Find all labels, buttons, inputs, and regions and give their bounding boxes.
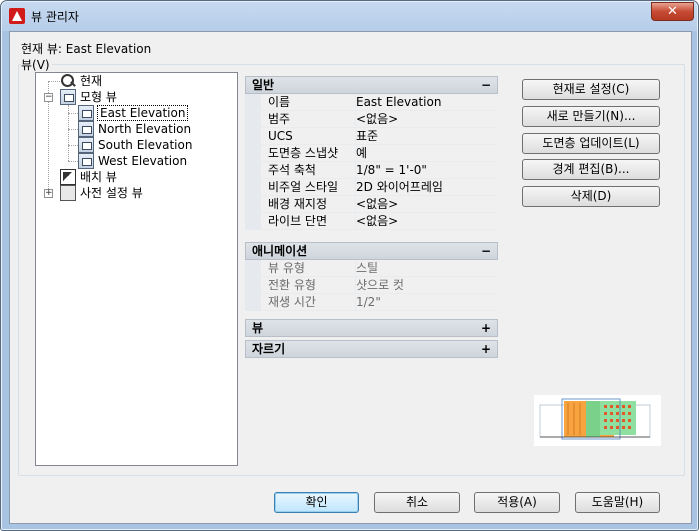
tree-item-north-elevation[interactable]: North Elevation (78, 121, 191, 137)
views-tree[interactable]: 현재 − 모형 뷰 East Elevation North Elevation… (35, 72, 238, 466)
model-view-icon (60, 89, 76, 105)
view-icon (78, 121, 94, 137)
property-key: 범주 (261, 111, 356, 128)
collapse-icon[interactable]: − (481, 243, 491, 260)
property-row[interactable]: UCS 표준 (245, 128, 498, 145)
property-key: UCS (261, 128, 356, 145)
expand-icon[interactable]: + (481, 341, 491, 358)
property-value[interactable]: 예 (356, 145, 498, 162)
tree-line (48, 81, 60, 82)
views-group-label: 뷰(V) (21, 56, 52, 73)
property-key: 뷰 유형 (261, 260, 356, 277)
property-row[interactable]: 배경 재지정 <없음> (245, 196, 498, 213)
preset-view-icon (60, 185, 76, 201)
property-key: 재생 시간 (261, 294, 356, 311)
tree-line (68, 129, 78, 130)
property-gutter (245, 94, 261, 111)
property-key: 라이브 단면 (261, 213, 356, 230)
property-gutter (245, 196, 261, 213)
layout-view-icon (60, 169, 76, 185)
view-icon (78, 105, 94, 121)
tree-item-layout-views[interactable]: 배치 뷰 (60, 169, 117, 185)
autocad-logo-icon (9, 8, 25, 24)
property-key: 비주얼 스타일 (261, 179, 356, 196)
section-general[interactable]: 일반 − (245, 76, 498, 94)
tree-item-current[interactable]: 현재 (60, 73, 102, 89)
tree-line (68, 145, 78, 146)
edit-boundaries-button[interactable]: 경계 편집(B)... (522, 159, 660, 180)
view-icon (78, 137, 94, 153)
property-key: 배경 재지정 (261, 196, 356, 213)
ok-button[interactable]: 확인 (274, 492, 359, 513)
tree-line (68, 113, 78, 114)
property-value[interactable]: East Elevation (356, 94, 498, 111)
property-value[interactable]: 1/8" = 1'-0" (356, 162, 498, 179)
tree-item-south-elevation[interactable]: South Elevation (78, 137, 192, 153)
magnifier-icon (60, 73, 76, 89)
property-key: 도면층 스냅샷 (261, 145, 356, 162)
view-icon (78, 153, 94, 169)
property-key: 이름 (261, 94, 356, 111)
tree-line (68, 161, 78, 162)
property-gutter (245, 111, 261, 128)
tree-item-west-elevation[interactable]: West Elevation (78, 153, 187, 169)
property-key: 주석 축척 (261, 162, 356, 179)
property-value[interactable]: 표준 (356, 128, 498, 145)
update-layers-button[interactable]: 도면층 업데이트(L) (522, 133, 660, 154)
view-preview-thumbnail (534, 395, 661, 446)
property-value[interactable]: 2D 와이어프레임 (356, 179, 498, 196)
property-gutter (245, 179, 261, 196)
cancel-button[interactable]: 취소 (374, 492, 460, 513)
current-view-label: 현재 뷰: East Elevation (21, 42, 152, 56)
property-gutter (245, 162, 261, 179)
property-gutter (245, 277, 261, 294)
tree-item-model-views[interactable]: 모형 뷰 (60, 89, 117, 105)
property-row[interactable]: 전환 유형 샷으로 컷 (245, 277, 498, 294)
property-row[interactable]: 라이브 단면 <없음> (245, 213, 498, 230)
tree-item-east-elevation[interactable]: East Elevation (78, 105, 189, 121)
section-clipping[interactable]: 자르기 + (245, 340, 498, 358)
expand-icon[interactable]: + (481, 320, 491, 337)
view-manager-window: 뷰 관리자 ✕ 현재 뷰: East Elevation 뷰(V) 현재 − 모… (0, 0, 699, 531)
delete-button[interactable]: 삭제(D) (522, 186, 660, 207)
set-current-button[interactable]: 현재로 설정(C) (522, 79, 660, 100)
apply-button[interactable]: 적용(A) (474, 492, 560, 513)
collapse-toggle[interactable]: − (44, 93, 53, 102)
section-animation[interactable]: 애니메이션 − (245, 242, 498, 260)
property-row[interactable]: 뷰 유형 스틸 (245, 260, 498, 277)
property-value[interactable]: <없음> (356, 111, 498, 128)
window-title: 뷰 관리자 (31, 10, 79, 24)
property-gutter (245, 260, 261, 277)
property-gutter (245, 128, 261, 145)
property-value[interactable]: <없음> (356, 196, 498, 213)
property-row[interactable]: 범주 <없음> (245, 111, 498, 128)
property-value[interactable]: 샷으로 컷 (356, 277, 498, 294)
property-gutter (245, 294, 261, 311)
collapse-icon[interactable]: − (481, 77, 491, 94)
property-key: 전환 유형 (261, 277, 356, 294)
property-row[interactable]: 주석 축척 1/8" = 1'-0" (245, 162, 498, 179)
title-bar: 뷰 관리자 ✕ (1, 1, 699, 31)
property-value[interactable]: <없음> (356, 213, 498, 230)
property-value[interactable]: 스틸 (356, 260, 498, 277)
new-view-button[interactable]: 새로 만들기(N)... (522, 106, 660, 127)
property-gutter (245, 145, 261, 162)
property-row[interactable]: 비주얼 스타일 2D 와이어프레임 (245, 179, 498, 196)
tree-item-preset-views[interactable]: 사전 설정 뷰 (60, 185, 143, 201)
section-view[interactable]: 뷰 + (245, 319, 498, 337)
property-value[interactable]: 1/2" (356, 294, 498, 311)
expand-toggle[interactable]: + (44, 189, 53, 198)
dialog-body: 현재 뷰: East Elevation 뷰(V) 현재 − 모형 뷰 East… (9, 31, 692, 524)
property-row[interactable]: 이름 East Elevation (245, 94, 498, 111)
property-row[interactable]: 재생 시간 1/2" (245, 294, 498, 311)
property-row[interactable]: 도면층 스냅샷 예 (245, 145, 498, 162)
help-button[interactable]: 도움말(H) (575, 492, 660, 513)
property-gutter (245, 213, 261, 230)
close-button[interactable]: ✕ (651, 2, 694, 21)
